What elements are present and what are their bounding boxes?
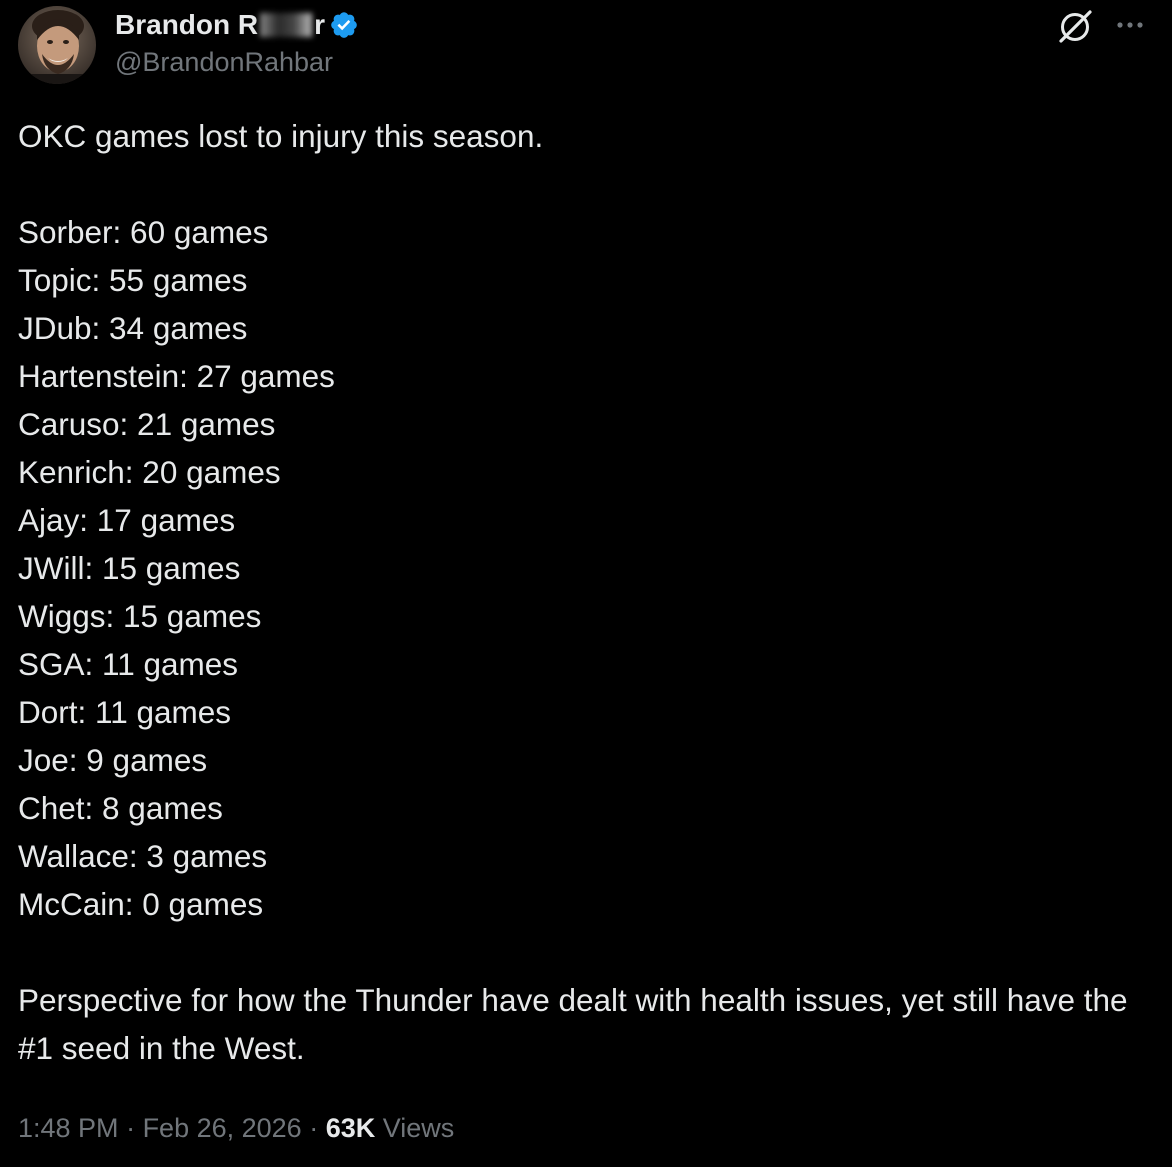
display-name-row: Brandon R r — [115, 6, 359, 44]
injury-list-item: Wallace: 3 games — [18, 838, 268, 874]
display-name-tail: r — [314, 9, 326, 40]
injury-list-item: JDub: 34 games — [18, 310, 248, 346]
redacted-blur — [260, 13, 313, 37]
tweet-intro: OKC games lost to injury this season. — [18, 118, 544, 154]
injury-list-item: Sorber: 60 games — [18, 214, 269, 250]
more-icon[interactable] — [1112, 10, 1148, 40]
tweet: Brandon R r @BrandonRahbar OKC games lost… — [0, 0, 1172, 1167]
handle[interactable]: @BrandonRahbar — [115, 47, 359, 78]
timestamp-link[interactable]: 1:48 PM · Feb 26, 2026 — [18, 1113, 302, 1143]
injury-list-item: Chet: 8 games — [18, 790, 223, 826]
injury-list-item: Joe: 9 games — [18, 742, 208, 778]
author-block: Brandon R r @BrandonRahbar — [115, 6, 359, 86]
meta-separator: · — [301, 1113, 326, 1143]
injury-list-item: Wiggs: 15 games — [18, 598, 262, 634]
tweet-time: 1:48 PM — [18, 1113, 119, 1143]
tweet-date: Feb 26, 2026 — [142, 1113, 302, 1143]
injury-list-item: JWill: 15 games — [18, 550, 241, 586]
tweet-closing: Perspective for how the Thunder have dea… — [18, 982, 1128, 1066]
meta-separator: · — [118, 1113, 143, 1143]
injury-list-item: Caruso: 21 games — [18, 406, 276, 442]
injury-list-item: Hartenstein: 27 games — [18, 358, 335, 394]
injury-list-item: Ajay: 17 games — [18, 502, 236, 538]
verified-badge-icon[interactable] — [329, 10, 359, 40]
avatar[interactable] — [18, 6, 96, 84]
injury-list-item: McCain: 0 games — [18, 886, 264, 922]
views-count: 63K — [325, 1113, 376, 1143]
tweet-text: OKC games lost to injury this season. So… — [18, 112, 1138, 1072]
injury-list-item: SGA: 11 games — [18, 646, 239, 682]
injury-list-item: Kenrich: 20 games — [18, 454, 281, 490]
tweet-meta: 1:48 PM · Feb 26, 2026 · 63K Views — [18, 1108, 454, 1148]
line-break — [18, 160, 1138, 208]
injury-list-item: Topic: 55 games — [18, 262, 248, 298]
views-label: Views — [375, 1113, 455, 1143]
injury-list-item: Dort: 11 games — [18, 694, 232, 730]
display-name-text: Brandon R — [115, 9, 259, 40]
line-break — [18, 928, 1138, 976]
grok-icon[interactable] — [1056, 8, 1094, 46]
display-name[interactable]: Brandon R r — [115, 9, 325, 41]
